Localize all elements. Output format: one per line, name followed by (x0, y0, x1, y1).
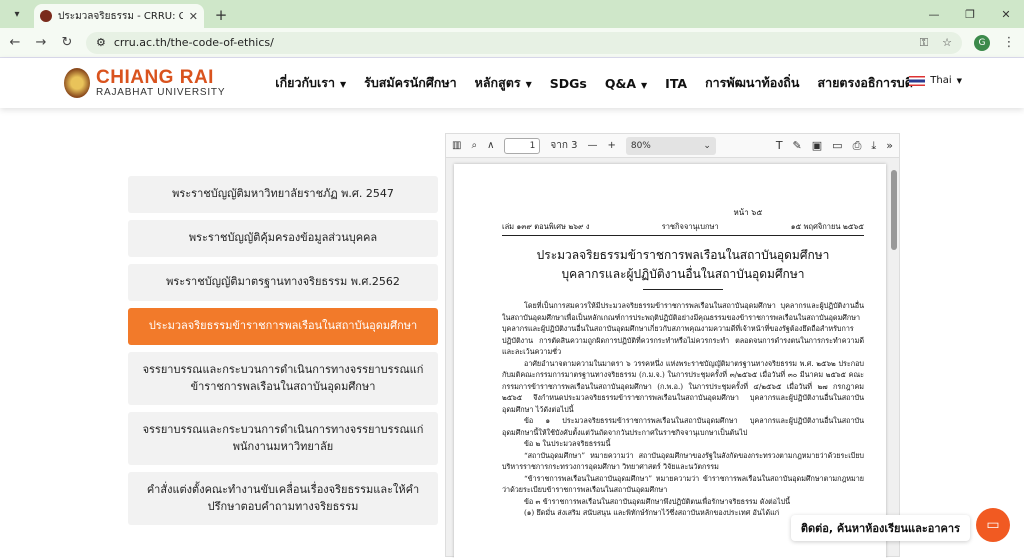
chevron-down-icon: ⌄ (703, 140, 711, 151)
url-text: crru.ac.th/the-code-of-ethics/ (113, 36, 274, 49)
university-seal-icon[interactable] (64, 68, 90, 98)
browser-tabbar: ▾ ประมวลจริยธรรม - CRRU: Chiang R ✕ + — … (0, 0, 1024, 28)
nav-item-qa[interactable]: Q&A ▼ (605, 76, 647, 91)
menu-item-ethics-standard-act[interactable]: พระราชบัญญัติมาตรฐานทางจริยธรรม พ.ศ.2562 (128, 264, 438, 301)
pdf-viewer: ▥ ⌕ ∧ 1 จาก 3 — + 80% ⌄ T ✎ ▣ ▭ ⎙ ⤓ » หน้… (445, 133, 900, 558)
draw-tool-icon[interactable]: ✎ (793, 139, 802, 153)
reload-icon[interactable]: ↻ (60, 35, 74, 50)
doc-title: ประมวลจริยธรรมข้าราชการพลเรือนในสถาบันอุ… (536, 248, 830, 281)
doc-gazette-header: เล่ม ๑๓๙ ตอนพิเศษ ๒๖๙ ง ราชกิจจานุเบกษา … (502, 221, 864, 236)
main-nav: เกี่ยวกับเรา ▼ รับสมัครนักศึกษา หลักสูตร ▼… (275, 73, 913, 93)
site-info-icon[interactable]: ⚙ (96, 36, 106, 49)
tab-close-icon[interactable]: ✕ (189, 10, 198, 23)
browser-menu-icon[interactable]: ⋮ (1002, 35, 1016, 50)
favicon-icon (40, 10, 52, 22)
zoom-in-icon[interactable]: + (607, 140, 615, 151)
thai-flag-icon (909, 75, 926, 86)
site-header: CHIANG RAI RAJABHAT UNIVERSITY เกี่ยวกับ… (0, 58, 1024, 108)
window-controls: — ❐ ✕ (916, 0, 1024, 28)
language-label: Thai (930, 75, 952, 86)
chat-bubble-icon: ▭ (986, 517, 1000, 533)
chevron-down-icon: ▼ (641, 80, 648, 90)
zoom-select[interactable]: 80% ⌄ (625, 136, 716, 155)
more-tools-icon[interactable]: » (886, 139, 893, 153)
text-tool-icon[interactable]: T (776, 139, 783, 153)
doc-paragraph: ข้อ ๑ ประมวลจริยธรรมข้าราชการพลเรือนในสถ… (502, 416, 864, 437)
forward-icon[interactable]: → (34, 35, 48, 50)
maximize-icon[interactable]: ❐ (952, 0, 988, 28)
menu-item-ethics-committee-order[interactable]: คำสั่งแต่งตั้งคณะทำงานขับเคลื่อนเรื่องจร… (128, 472, 438, 525)
tab-title: ประมวลจริยธรรม - CRRU: Chiang R (58, 10, 183, 22)
print-icon[interactable]: ⎙ (853, 139, 862, 153)
chat-button[interactable]: ▭ (976, 508, 1010, 542)
sidebar-toggle-icon[interactable]: ▥ (452, 140, 461, 151)
doc-paragraph: อาศัยอำนาจตามความในมาตรา ๖ วรรคหนึ่ง แห่… (502, 358, 864, 414)
logo-sub-text: RAJABHAT UNIVERSITY (96, 87, 226, 98)
image-tool-icon[interactable]: ▣ (812, 139, 822, 153)
bookmark-star-icon[interactable]: ☆ (942, 36, 952, 50)
nav-item-sdgs[interactable]: SDGs (550, 76, 587, 91)
nav-item-president-line[interactable]: สายตรงอธิการบดี (817, 73, 912, 93)
chevron-down-icon: ▼ (956, 76, 962, 85)
doc-paragraph: โดยที่เป็นการสมควรให้มีประมวลจริยธรรมข้า… (502, 301, 864, 357)
nav-item-local-development[interactable]: การพัฒนาท้องถิ่น (705, 73, 799, 93)
pdf-page: หน้า ๖๕ เล่ม ๑๓๙ ตอนพิเศษ ๒๖๙ ง ราชกิจจา… (454, 164, 886, 558)
address-bar[interactable]: ⚙ crru.ac.th/the-code-of-ethics/ ⚿ ☆ (86, 31, 962, 54)
menu-item-code-of-ethics[interactable]: ประมวลจริยธรรมข้าราชการพลเรือนในสถาบันอุ… (128, 308, 438, 345)
close-window-icon[interactable]: ✕ (988, 0, 1024, 28)
browser-toolbar: ← → ↻ ⚙ crru.ac.th/the-code-of-ethics/ ⚿… (0, 28, 1024, 58)
menu-item-staff-ethics[interactable]: จรรยาบรรณและกระบวนการดำเนินการทางจรรยาบร… (128, 412, 438, 465)
menu-item-civil-servant-ethics[interactable]: จรรยาบรรณและกระบวนการดำเนินการทางจรรยาบร… (128, 352, 438, 405)
comment-icon[interactable]: ▭ (832, 139, 842, 153)
new-tab-button[interactable]: + (210, 4, 232, 26)
logo-main-text: CHIANG RAI (96, 67, 214, 88)
download-icon[interactable]: ⤓ (871, 139, 876, 153)
doc-body: โดยที่เป็นการสมควรให้มีประมวลจริยธรรมข้า… (502, 300, 864, 519)
site-logo[interactable]: CHIANG RAI RAJABHAT UNIVERSITY (96, 68, 225, 98)
back-icon[interactable]: ← (8, 35, 22, 50)
pdf-toolbar: ▥ ⌕ ∧ 1 จาก 3 — + 80% ⌄ T ✎ ▣ ▭ ⎙ ⤓ » (446, 134, 899, 158)
nav-item-admission[interactable]: รับสมัครนักศึกษา (364, 73, 456, 93)
nav-item-ita[interactable]: ITA (665, 76, 687, 91)
doc-paragraph: ข้อ ๓ ข้าราชการพลเรือนในสถาบันอุดมศึกษาพ… (524, 496, 791, 506)
menu-item-pdpa[interactable]: พระราชบัญญัติคุ้มครองข้อมูลส่วนบุคคล (128, 220, 438, 257)
doc-paragraph: “สถาบันอุดมศึกษา” หมายความว่า สถาบันอุดม… (502, 450, 864, 472)
chevron-down-icon: ▼ (340, 80, 347, 89)
nav-item-programs[interactable]: หลักสูตร ▼ (475, 73, 532, 93)
search-icon[interactable]: ⌕ (471, 140, 477, 151)
chat-widget-label[interactable]: ติดต่อ, ค้นหาห้องเรียนและอาคาร (790, 515, 970, 541)
scrollbar-thumb[interactable] (891, 170, 897, 250)
language-selector[interactable]: Thai ▼ (909, 75, 962, 86)
profile-avatar[interactable]: G (974, 34, 990, 51)
menu-item-rajabhat-act[interactable]: พระราชบัญญัติมหาวิทยาลัยราชภัฏ พ.ศ. 2547 (128, 176, 438, 213)
doc-paragraph: ข้อ ๒ ในประมวลจริยธรรมนี้ (524, 439, 611, 449)
nav-item-about[interactable]: เกี่ยวกับเรา ▼ (275, 73, 346, 93)
minimize-icon[interactable]: — (916, 0, 952, 28)
browser-tab[interactable]: ประมวลจริยธรรม - CRRU: Chiang R ✕ (34, 4, 204, 28)
doc-page-number: หน้า ๖๕ (733, 208, 763, 217)
page-number-input[interactable]: 1 (504, 137, 541, 154)
page-total: จาก 3 (550, 140, 578, 151)
chevron-down-icon: ▼ (525, 80, 532, 89)
page-up-icon[interactable]: ∧ (487, 140, 494, 151)
doc-paragraph: “ข้าราชการพลเรือนในสถาบันอุดมศึกษา” หมาย… (502, 473, 864, 495)
zoom-out-icon[interactable]: — (587, 140, 597, 151)
pdf-scrollbar[interactable] (891, 164, 897, 554)
tab-search-icon[interactable]: ▾ (6, 3, 28, 25)
doc-divider (643, 289, 723, 291)
ethics-document-menu: พระราชบัญญัติมหาวิทยาลัยราชภัฏ พ.ศ. 2547… (128, 176, 438, 532)
key-icon[interactable]: ⚿ (920, 36, 928, 50)
